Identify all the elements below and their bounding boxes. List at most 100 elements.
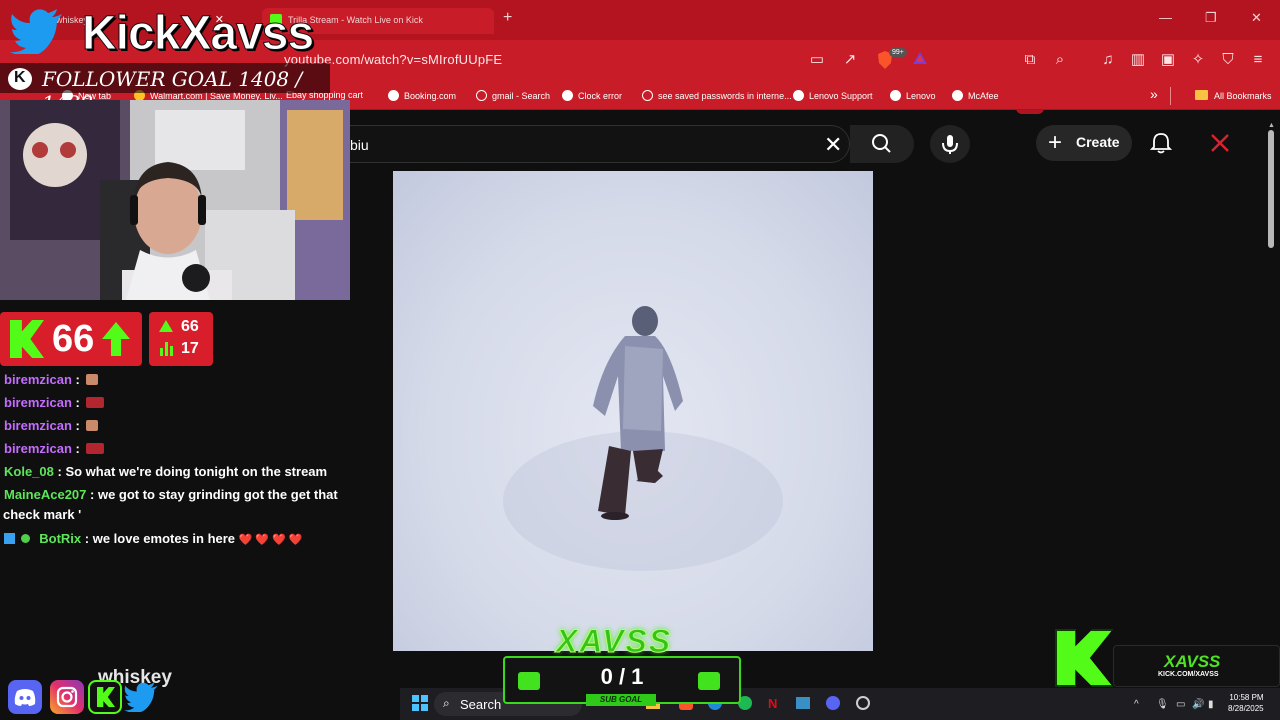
search-input[interactable]: biu ✕	[350, 125, 850, 163]
close-window-icon[interactable]: ✕	[1251, 10, 1262, 26]
search-value: biu	[350, 137, 369, 153]
gift-icon	[698, 672, 720, 690]
twitter-icon	[10, 9, 62, 57]
obs-icon[interactable]	[856, 696, 870, 710]
screen: whiskey ✕ Trilla Stream - Watch Live on …	[0, 0, 1280, 720]
stat-up-value: 66	[181, 318, 199, 335]
avatar-icon	[1211, 134, 1229, 152]
netflix-icon[interactable]: N	[768, 696, 777, 711]
emote-icon	[86, 374, 99, 385]
twitter-bird-icon	[10, 6, 66, 59]
webcam-feed	[0, 100, 350, 300]
bookmark-clock-error[interactable]: Clock error	[562, 90, 622, 101]
search-icon	[642, 90, 653, 101]
bookmark-gmail-search[interactable]: gmail - Search	[476, 90, 550, 101]
emote-icon	[86, 420, 99, 431]
plus-icon: +	[1048, 129, 1063, 156]
channel-name: KickXavss	[81, 7, 314, 61]
search-button[interactable]	[850, 125, 914, 163]
sidebar-icon[interactable]: ▥	[1128, 50, 1148, 70]
bookmark-lenovo[interactable]: Lenovo	[890, 90, 936, 101]
globe-icon	[562, 90, 573, 101]
twitter-icon	[124, 680, 160, 717]
follower-goal-bar: K FOLLOWER GOAL 1408 / 1420	[0, 63, 330, 115]
chat-message: biremzican :	[4, 441, 105, 456]
vpn-icon[interactable]: ⛉	[1218, 50, 1238, 70]
stat-chart-value: 17	[181, 340, 199, 357]
leo-ai-icon[interactable]: ✧	[1188, 50, 1208, 70]
folder-icon	[1195, 90, 1208, 100]
avatar[interactable]	[1208, 131, 1232, 160]
youtube-header: biu ✕ + Create	[350, 115, 1280, 171]
instagram-glyph	[56, 686, 78, 708]
kick-brand-name: XAVSS	[1164, 652, 1221, 671]
create-label: Create	[1076, 134, 1120, 150]
new-tab-icon[interactable]: +	[503, 9, 512, 27]
music-icon[interactable]: ♫	[1098, 50, 1118, 70]
app-icon[interactable]	[796, 697, 810, 709]
webcam-scene	[0, 100, 350, 300]
kick-k-icon	[1055, 629, 1113, 687]
extensions-icon[interactable]: ⧉	[1020, 50, 1040, 70]
chat-message-continuation: check mark '	[3, 507, 82, 522]
emote-icon	[86, 397, 105, 408]
stats-box: 66 17	[149, 312, 213, 366]
wallet-icon[interactable]: ▣	[1158, 50, 1178, 70]
scroll-thumb[interactable]	[1268, 130, 1274, 248]
discord-taskbar-icon[interactable]	[826, 696, 840, 710]
all-bookmarks[interactable]: All Bookmarks	[1195, 90, 1272, 101]
clear-search-icon[interactable]: ✕	[824, 132, 842, 158]
discord-glyph	[14, 689, 36, 706]
emote-icon	[86, 443, 105, 454]
heart-emotes: ❤️ ❤️ ❤️ ❤️	[238, 534, 303, 546]
viewer-count-box: 66	[0, 312, 142, 366]
notifications-icon[interactable]	[1149, 131, 1173, 160]
chat-message: biremzican :	[4, 372, 99, 387]
taskbar-search-label: Search	[460, 697, 502, 712]
kick-k-icon	[10, 320, 44, 358]
search-icon	[872, 134, 891, 153]
search-tab-icon[interactable]: ⌕	[1050, 50, 1070, 70]
share-icon[interactable]: ↗	[840, 50, 860, 70]
microphone-tray-icon[interactable]: 🎙	[1156, 699, 1169, 710]
volume-icon[interactable]: 🔊	[1192, 699, 1204, 710]
chat-message: MaineAce207 : we got to stay grinding go…	[4, 487, 338, 502]
bookmark-saved-passwords[interactable]: see saved passwords in interne...	[642, 90, 792, 101]
sub-goal-logo: XAVSS	[555, 623, 673, 660]
video-player[interactable]	[393, 171, 873, 651]
divider	[1170, 87, 1171, 105]
voice-search-button[interactable]	[930, 125, 970, 163]
battery-icon[interactable]: ▮	[1208, 699, 1214, 710]
globe-icon	[388, 90, 399, 101]
search-icon: ⌕	[443, 696, 450, 710]
menu-icon[interactable]: ≡	[1248, 50, 1268, 70]
bookmark-mcafee[interactable]: McAfee	[952, 90, 999, 101]
sub-goal-label: SUB GOAL	[586, 694, 656, 706]
windows-start-icon[interactable]	[412, 695, 428, 711]
microphone-icon	[942, 135, 958, 154]
brave-rewards-icon[interactable]	[910, 50, 930, 70]
restore-icon[interactable]: ❐	[1205, 10, 1217, 26]
kick-logo-icon: K	[8, 68, 32, 90]
chat-message: BotRix : we love emotes in here ❤️ ❤️ ❤️…	[4, 531, 303, 546]
instagram-icon	[50, 680, 84, 714]
bookmark-lenovo-support[interactable]: Lenovo Support	[793, 90, 873, 101]
clock-date: 8/28/2025	[1228, 704, 1264, 713]
minimize-icon[interactable]: —	[1159, 10, 1172, 25]
chat-message: Kole_08 : So what we're doing tonight on…	[4, 464, 328, 479]
bell-icon	[1149, 133, 1173, 154]
create-button[interactable]: + Create	[1036, 125, 1132, 161]
brave-badge: 99+	[889, 48, 907, 57]
network-icon[interactable]: ▭	[1176, 699, 1185, 710]
tray-overflow-icon[interactable]: ^	[1134, 699, 1139, 710]
clock-time: 10:58 PM	[1229, 693, 1264, 702]
search-icon	[476, 90, 487, 101]
discord-icon	[8, 680, 42, 714]
triangle-icon	[913, 52, 927, 64]
bookmark-booking[interactable]: Booking.com	[388, 90, 456, 101]
cast-icon[interactable]: ▭	[807, 50, 827, 70]
video-frame-figure	[503, 306, 783, 571]
bookmarks-overflow-icon[interactable]: »	[1150, 86, 1158, 102]
taskbar-clock[interactable]: 10:58 PM 8/28/2025	[1228, 692, 1264, 714]
scroll-up-icon[interactable]: ▲	[1268, 122, 1275, 129]
